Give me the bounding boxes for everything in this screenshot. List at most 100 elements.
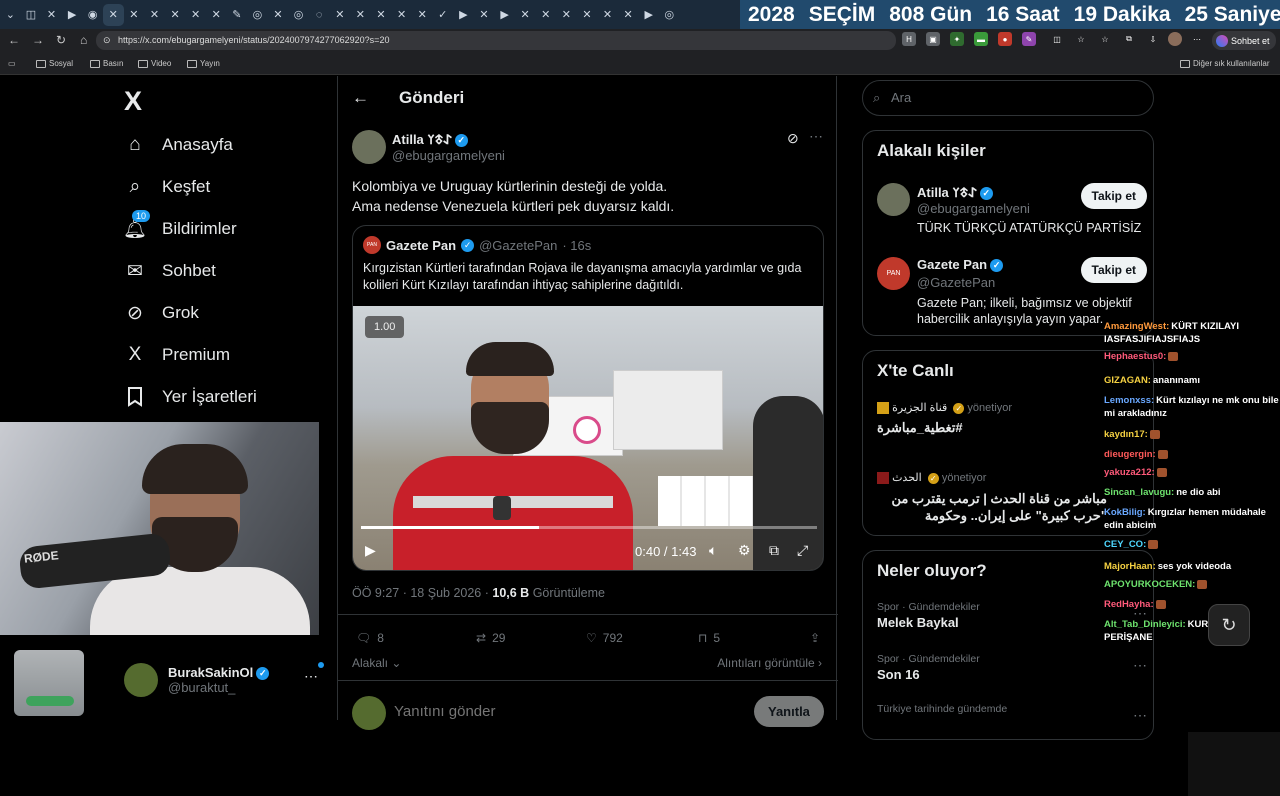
repost-button[interactable]: ⇄ 29 <box>476 628 586 648</box>
bookmark-folder-basin[interactable]: Basın <box>90 59 123 68</box>
extension-icon[interactable]: ✎ <box>1022 32 1036 46</box>
reply-submit-button[interactable]: Yanıtla <box>754 696 824 727</box>
browser-tab[interactable]: ✕ <box>535 4 556 26</box>
browser-tab[interactable]: ⌄ <box>0 4 21 26</box>
extension-icon[interactable]: ▬ <box>974 32 988 46</box>
menu-dots-icon[interactable]: ⋯ <box>1190 32 1204 46</box>
back-icon[interactable]: ← <box>8 33 20 47</box>
browser-tab[interactable]: ✕ <box>206 4 227 26</box>
downloads-icon[interactable]: ⇩ <box>1146 32 1160 46</box>
settings-gear-icon[interactable]: ⚙ <box>738 542 751 559</box>
browser-tab[interactable]: ◎ <box>659 4 680 26</box>
follow-button[interactable]: Takip et <box>1080 183 1147 209</box>
playback-speed[interactable]: 1.00 <box>365 316 405 338</box>
browser-tab[interactable]: ✕ <box>371 4 392 26</box>
bookmark-button[interactable]: ⊓ 5 <box>698 628 810 648</box>
nav-item-premium[interactable]: X Premium <box>124 344 230 366</box>
nav-item-grok[interactable]: ⊘ Grok <box>124 302 199 324</box>
trend-item[interactable]: Türkiye tarihinde gündemde ⋯ <box>877 703 1147 723</box>
reply-input[interactable] <box>394 698 734 724</box>
play-icon[interactable]: ▶ <box>365 542 376 559</box>
split-screen-icon[interactable]: ◫ <box>1050 32 1064 46</box>
grok-explain-icon[interactable]: ⊘ <box>787 130 799 147</box>
more-icon[interactable]: ⋯ <box>1133 657 1147 674</box>
browser-tab[interactable]: ▶ <box>638 4 659 26</box>
sort-dropdown[interactable]: Alakalı ⌄ <box>352 656 401 670</box>
browser-tab[interactable]: ◎ <box>247 4 268 26</box>
more-icon[interactable]: ⋯ <box>1133 707 1147 724</box>
video-progress-bar[interactable] <box>361 526 817 529</box>
browser-tab[interactable]: ✕ <box>102 3 124 26</box>
bookmark-folder-video[interactable]: Video <box>138 59 171 68</box>
bookmark-folder-sosyal[interactable]: Sosyal <box>36 59 73 68</box>
browser-tab[interactable]: ✕ <box>412 4 433 26</box>
browser-tab[interactable]: ✕ <box>597 4 618 26</box>
browser-tab[interactable]: ◌ <box>309 4 330 26</box>
favorites-icon[interactable]: ☆ <box>1098 32 1112 46</box>
more-icon[interactable]: ⋯ <box>809 128 823 145</box>
author-handle[interactable]: @ebugargamelyeni <box>392 148 505 163</box>
browser-tab[interactable]: ✕ <box>185 4 206 26</box>
share-button[interactable]: ⇪ <box>810 628 820 648</box>
volume-icon[interactable]: 🔈︎ <box>709 542 717 559</box>
browser-tab[interactable]: ✕ <box>474 4 495 26</box>
browser-tab[interactable]: ◫ <box>21 4 42 26</box>
browser-tab[interactable]: ▶ <box>62 4 83 26</box>
back-arrow-icon[interactable]: ← <box>352 88 369 108</box>
fullscreen-icon[interactable]: ⤢ <box>797 542 808 559</box>
search-input[interactable]: ⌕ Ara <box>862 80 1154 116</box>
copilot-button[interactable]: Sohbet et <box>1212 31 1276 50</box>
extension-icon[interactable]: ✦ <box>950 32 964 46</box>
reply-button[interactable]: 🗨︎ 8 <box>356 628 476 648</box>
home-icon[interactable]: ⌂ <box>80 33 87 47</box>
browser-tab[interactable]: ✕ <box>268 4 289 26</box>
browser-tab[interactable]: ✕ <box>556 4 577 26</box>
extension-icon[interactable]: H <box>902 32 916 46</box>
browser-tab[interactable]: ✕ <box>144 4 165 26</box>
nav-item-bookmarks[interactable]: Yer İşaretleri <box>124 386 257 408</box>
like-button[interactable]: ♡ 792 <box>586 628 698 648</box>
browser-tab[interactable]: ✕ <box>618 4 639 26</box>
browser-tab[interactable]: ✕ <box>515 4 536 26</box>
video-player[interactable]: 1.00 ▶ 0:40 / 1:43 🔈︎ ⚙ ⧉ ⤢ <box>353 306 823 570</box>
profile-avatar[interactable] <box>1168 32 1182 46</box>
browser-tab[interactable]: ✕ <box>165 4 186 26</box>
extension-icon[interactable]: ● <box>998 32 1012 46</box>
bookmark-star-icon[interactable]: ☆ <box>1074 32 1088 46</box>
browser-tab[interactable]: ✕ <box>577 4 598 26</box>
browser-tab[interactable]: ◉ <box>82 4 103 26</box>
browser-tab[interactable]: ▶ <box>453 4 474 26</box>
nav-item-notifications[interactable]: 🔔︎ 10 Bildirimler <box>123 210 237 240</box>
tab-actions-icon[interactable]: ▭ <box>8 59 16 68</box>
browser-tab[interactable]: ✎ <box>227 4 248 26</box>
follow-button[interactable]: Takip et <box>1080 257 1147 283</box>
bookmark-folder-other[interactable]: Diğer sık kullanılanlar <box>1180 59 1269 68</box>
trend-item[interactable]: Spor · Gündemdekiler Son 16 ⋯ <box>877 653 1147 682</box>
browser-tab[interactable]: ✕ <box>41 4 62 26</box>
post-timestamp[interactable]: ÖÖ 9:27 · 18 Şub 2026 · <box>352 586 489 600</box>
avatar[interactable] <box>352 130 386 164</box>
account-switcher[interactable]: BurakSakinOl ✓ @buraktut_ ⋯ <box>124 660 324 700</box>
site-info-icon[interactable]: ⊙ <box>103 31 111 50</box>
browser-tab[interactable]: ✕ <box>330 4 351 26</box>
browser-tab[interactable]: ✕ <box>124 4 145 26</box>
more-icon[interactable]: ⋯ <box>304 668 318 685</box>
nav-item-home[interactable]: ⌂ Anasayfa <box>124 134 233 156</box>
browser-tab[interactable]: ✓ <box>432 4 453 26</box>
browser-tab[interactable]: ✕ <box>391 4 412 26</box>
bookmark-folder-yayin[interactable]: Yayın <box>187 59 220 68</box>
extensions-puzzle-icon[interactable]: ⧉ <box>1122 32 1136 46</box>
reload-icon[interactable]: ↻ <box>56 33 66 47</box>
extension-icon[interactable]: ▣ <box>926 32 940 46</box>
browser-tab[interactable]: ◎ <box>288 4 309 26</box>
author-name[interactable]: Atilla 𐰀𐱃𐰠 ✓ <box>392 130 468 148</box>
x-logo[interactable]: X <box>124 86 142 117</box>
browser-tab[interactable]: ✕ <box>350 4 371 26</box>
nav-item-explore[interactable]: ⌕ Keşfet <box>124 176 211 198</box>
view-quotes-link[interactable]: Alıntıları görüntüle › <box>717 656 822 670</box>
nav-item-messages[interactable]: ✉ Sohbet <box>124 260 216 282</box>
forward-icon[interactable]: → <box>32 33 44 47</box>
picture-in-picture-icon[interactable]: ⧉ <box>769 542 779 559</box>
url-field[interactable]: ⊙ https://x.com/ebugargamelyeni/status/2… <box>96 31 896 50</box>
quoted-post[interactable]: PAN Gazete Pan ✓ @GazetePan · 16s Kırgız… <box>352 225 824 571</box>
